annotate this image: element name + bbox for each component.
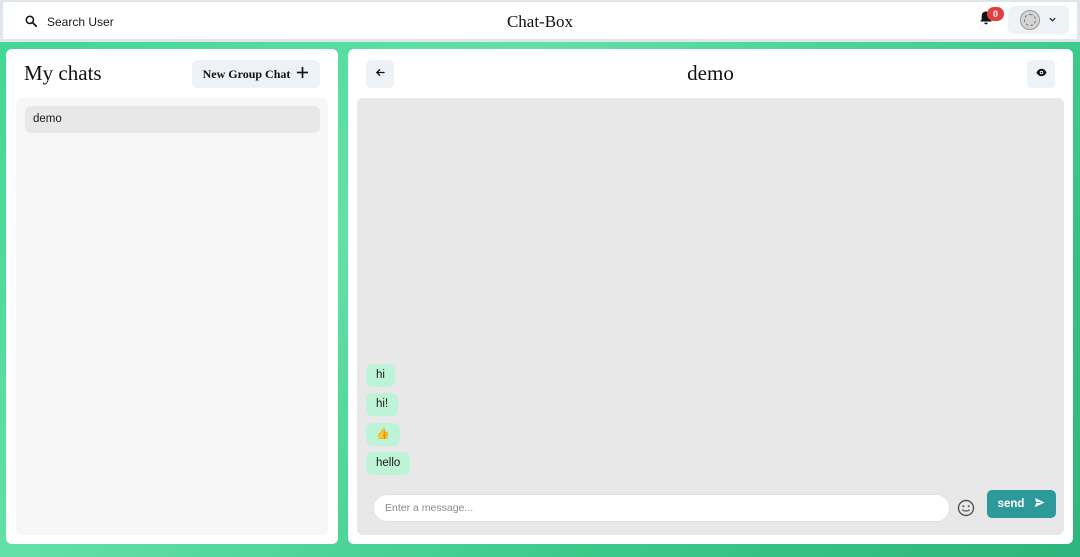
app-title: Chat-Box — [506, 12, 574, 31]
message-bubble: hi! — [366, 393, 399, 416]
message-bubble: hi — [366, 364, 395, 387]
smiley-icon[interactable] — [957, 499, 975, 517]
my-chats-panel: My chats New Group Chat demo — [6, 49, 338, 544]
plus-icon — [296, 66, 309, 83]
profile-menu-button[interactable] — [1008, 6, 1069, 34]
search-icon — [25, 15, 38, 30]
back-button[interactable] — [366, 60, 394, 88]
send-button[interactable]: send — [987, 490, 1056, 518]
eye-icon — [1035, 65, 1047, 83]
view-profile-button[interactable] — [1027, 60, 1055, 88]
new-group-chat-label: New Group Chat — [202, 66, 291, 81]
chat-title: demo — [687, 61, 734, 85]
messages-area: hi hi! 👍 hello send — [357, 98, 1064, 535]
chat-list-item[interactable]: demo — [25, 106, 320, 133]
avatar — [1020, 10, 1040, 30]
chevron-down-icon — [1048, 11, 1057, 29]
chat-panel: demo hi hi! 👍 hello send — [348, 49, 1073, 544]
send-label: send — [997, 498, 1025, 510]
paper-plane-icon — [1034, 497, 1045, 511]
message-bubble: hello — [366, 452, 411, 475]
message-input[interactable] — [373, 494, 950, 522]
my-chats-title: My chats — [24, 61, 102, 85]
top-bar: Search User Chat-Box — [0, 0, 1080, 42]
notification-badge: 0 — [987, 7, 1004, 21]
search-user-button[interactable]: Search User — [15, 8, 124, 36]
search-user-label: Search User — [47, 15, 114, 29]
chat-list: demo — [16, 98, 328, 535]
message-bubble: 👍 — [366, 423, 400, 446]
new-group-chat-button[interactable]: New Group Chat — [192, 60, 320, 88]
arrow-left-icon — [375, 65, 386, 83]
